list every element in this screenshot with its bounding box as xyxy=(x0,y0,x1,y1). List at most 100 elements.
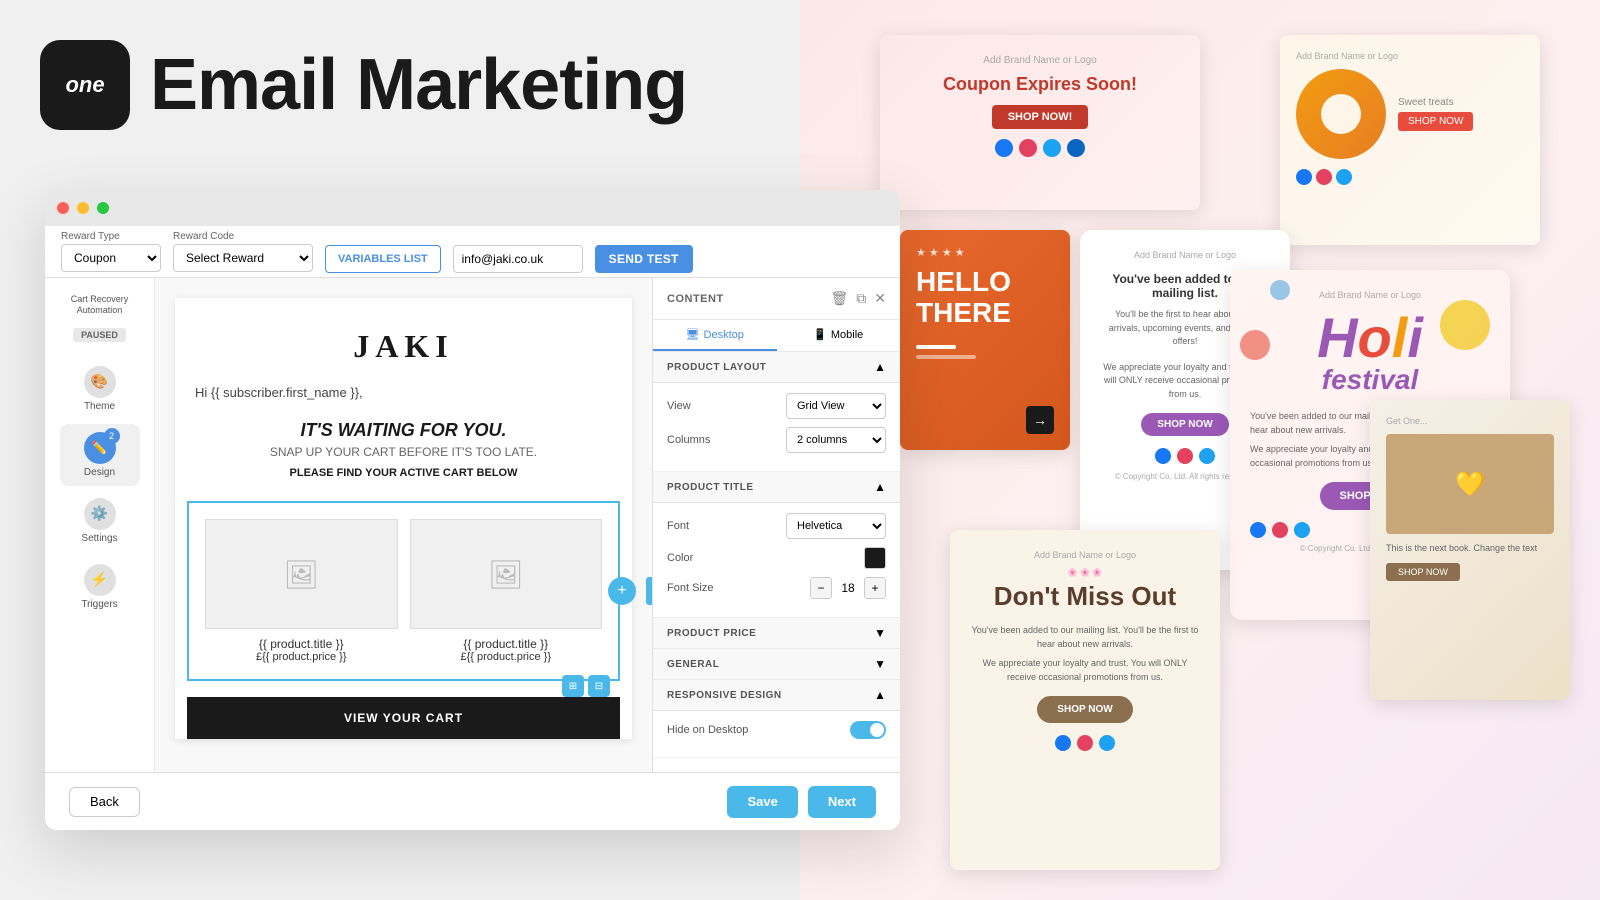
copy-icon[interactable]: ⧉ xyxy=(856,290,866,307)
color-field: Color xyxy=(667,547,886,569)
save-button[interactable]: Save xyxy=(727,786,797,818)
desktop-icon: 🖥 xyxy=(686,328,700,341)
email-greeting: Hi {{ subscriber.first_name }}, xyxy=(175,385,632,410)
theme-icon: 🎨 xyxy=(84,366,116,398)
product-card-1: 🖼 {{ product.title }} £{{ product.price … xyxy=(205,519,398,663)
font-size-decrease[interactable]: − xyxy=(810,577,832,599)
dont-miss-out-card: Add Brand Name or Logo 🌸 🌸 🌸 Don't Miss … xyxy=(950,530,1220,870)
font-size-value: 18 xyxy=(838,581,858,595)
variables-list-button[interactable]: VARIABLES LIST xyxy=(325,245,441,273)
expand-arrow-button[interactable]: › xyxy=(646,577,652,605)
add-block-button[interactable]: + xyxy=(608,577,636,605)
product-title-section-header[interactable]: PRODUCT TITLE ▲ xyxy=(653,472,900,503)
responsive-design-title: RESPONSIVE DESIGN xyxy=(667,690,782,701)
reward-code-group: Reward Code Select Reward xyxy=(173,231,313,272)
reward-code-label: Reward Code xyxy=(173,231,313,242)
tab-desktop-label: Desktop xyxy=(704,329,744,341)
email-preview: JAKI Hi {{ subscriber.first_name }}, IT'… xyxy=(155,278,652,830)
sidebar-item-settings[interactable]: ⚙️ Settings xyxy=(60,490,140,552)
responsive-design-section-header[interactable]: RESPONSIVE DESIGN ▲ xyxy=(653,680,900,711)
responsive-design-body: Hide on Desktop xyxy=(653,711,900,758)
sidebar-item-triggers[interactable]: ⚡ Triggers xyxy=(60,556,140,618)
sidebar-item-design[interactable]: ✏️ 2 Design xyxy=(60,424,140,486)
hero-title: IT'S WAITING FOR YOU. xyxy=(195,420,612,441)
reward-type-group: Reward Type Coupon xyxy=(61,231,161,272)
sidebar-settings-label: Settings xyxy=(81,533,117,544)
reward-type-select[interactable]: Coupon xyxy=(61,244,161,272)
hero-subtitle: SNAP UP YOUR CART BEFORE IT'S TOO LATE. xyxy=(195,445,612,459)
view-field: View Grid View xyxy=(667,393,886,419)
tab-mobile-label: Mobile xyxy=(831,329,863,341)
panel-tabs: 🖥 Desktop 📱 Mobile xyxy=(653,320,900,352)
font-size-field: Font Size − 18 + xyxy=(667,577,886,599)
color-swatch[interactable] xyxy=(864,547,886,569)
send-test-button[interactable]: SEND teSt xyxy=(595,245,693,273)
columns-label: Columns xyxy=(667,434,710,446)
maximize-dot[interactable] xyxy=(97,202,109,214)
product-layout-body: View Grid View Columns 2 columns xyxy=(653,383,900,472)
tab-desktop[interactable]: 🖥 Desktop xyxy=(653,320,777,351)
product-image-2: 🖼 xyxy=(410,519,603,629)
product-price-title: PRODUCT PRICE xyxy=(667,628,756,639)
view-label: View xyxy=(667,400,691,412)
font-size-label: Font Size xyxy=(667,582,713,594)
color-label: Color xyxy=(667,552,693,564)
font-select[interactable]: Helvetica xyxy=(786,513,886,539)
general-section-header[interactable]: GENERAL ▼ xyxy=(653,649,900,680)
sidebar: Cart RecoveryAutomation PAUSED 🎨 Theme ✏… xyxy=(45,278,155,830)
block-action-1[interactable]: ⊞ xyxy=(562,675,584,697)
app-header: one Email Marketing xyxy=(40,40,687,130)
toolbar: Reward Type Coupon Reward Code Select Re… xyxy=(45,226,900,278)
columns-field: Columns 2 columns xyxy=(667,427,886,453)
font-label: Font xyxy=(667,520,689,532)
close-dot[interactable] xyxy=(57,202,69,214)
product-title-body: Font Helvetica Color Font Size − 18 + xyxy=(653,503,900,618)
sidebar-automation-label: Cart RecoveryAutomation xyxy=(71,294,129,316)
close-icon[interactable]: ✕ xyxy=(874,290,886,307)
bottom-right-buttons: Save Next xyxy=(727,786,876,818)
font-field: Font Helvetica xyxy=(667,513,886,539)
product-layout-title: PRODUCT LAYOUT xyxy=(667,362,766,373)
image-placeholder-2: 🖼 xyxy=(488,558,524,591)
toggle-knob xyxy=(870,723,884,737)
back-button[interactable]: Back xyxy=(69,787,140,817)
view-cart-button[interactable]: VIEW YOUR CART xyxy=(187,697,620,739)
product-price-section-header[interactable]: PRODUCT PRICE ▼ xyxy=(653,618,900,649)
general-title: GENERAL xyxy=(667,659,719,670)
block-action-2[interactable]: ⊟ xyxy=(588,675,610,697)
product-price-1: £{{ product.price }} xyxy=(205,651,398,663)
next-button[interactable]: Next xyxy=(808,786,876,818)
reward-type-label: Reward Type xyxy=(61,231,161,242)
chevron-up-icon: ▲ xyxy=(874,360,886,374)
mobile-icon: 📱 xyxy=(813,328,827,341)
product-layout-section-header[interactable]: PRODUCT LAYOUT ▲ xyxy=(653,352,900,383)
design-icon-wrap: ✏️ 2 xyxy=(84,432,116,464)
find-cart-text: PLEASE FIND YOUR ACTIVE CART BELOW xyxy=(195,467,612,479)
sidebar-item-theme[interactable]: 🎨 Theme xyxy=(60,358,140,420)
shop-now-btn-coupon: SHOP NOW! xyxy=(992,105,1089,129)
product-card-2: 🖼 {{ product.title }} £{{ product.price … xyxy=(410,519,603,663)
products-grid: 🖼 {{ product.title }} £{{ product.price … xyxy=(187,501,620,681)
hide-desktop-toggle[interactable] xyxy=(850,721,886,739)
chevron-down-icon-price: ▼ xyxy=(874,626,886,640)
minimize-dot[interactable] xyxy=(77,202,89,214)
main-window: Reward Type Coupon Reward Code Select Re… xyxy=(45,190,900,830)
get-one-card: Get One... 💛 This is the next book. Chan… xyxy=(1370,400,1570,700)
product-title-2: {{ product.title }} xyxy=(410,637,603,651)
tab-mobile[interactable]: 📱 Mobile xyxy=(777,320,901,351)
trash-icon[interactable]: 🗑 xyxy=(830,290,848,307)
logo-box: one xyxy=(40,40,130,130)
title-bar xyxy=(45,190,900,226)
font-size-increase[interactable]: + xyxy=(864,577,886,599)
app-title: Email Marketing xyxy=(150,44,687,126)
hide-desktop-field: Hide on Desktop xyxy=(667,721,886,739)
design-badge: 2 xyxy=(104,428,120,444)
test-email-input[interactable] xyxy=(453,245,583,273)
view-select[interactable]: Grid View xyxy=(786,393,886,419)
columns-select[interactable]: 2 columns xyxy=(786,427,886,453)
reward-code-select[interactable]: Select Reward xyxy=(173,244,313,272)
paused-badge: PAUSED xyxy=(73,328,126,342)
sidebar-triggers-label: Triggers xyxy=(81,599,117,610)
triggers-icon: ⚡ xyxy=(84,564,116,596)
dont-miss-text: Don't Miss Out xyxy=(970,581,1200,612)
